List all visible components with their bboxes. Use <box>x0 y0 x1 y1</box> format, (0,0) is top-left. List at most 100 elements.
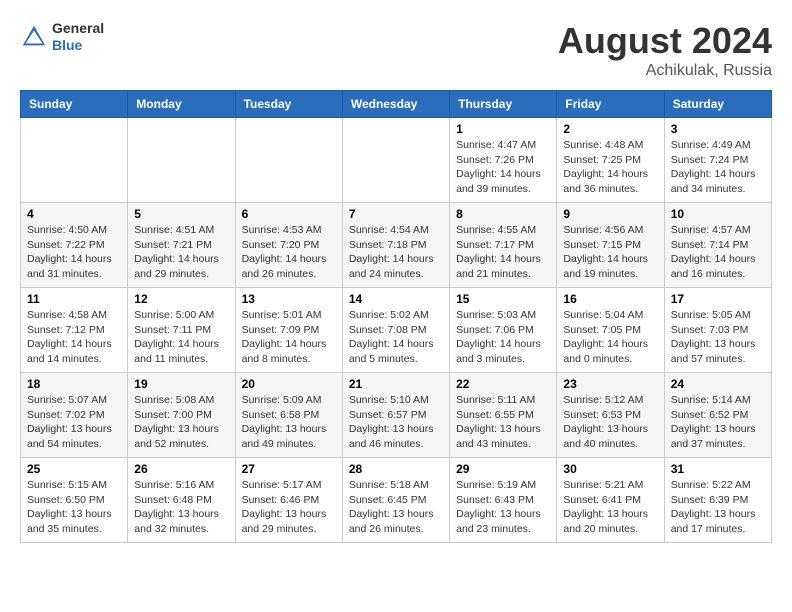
day-number: 3 <box>671 122 765 136</box>
day-number: 27 <box>242 462 336 476</box>
day-info: Sunrise: 5:01 AM Sunset: 7:09 PM Dayligh… <box>242 308 336 367</box>
page-header: General Blue August 2024 Achikulak, Russ… <box>20 20 772 80</box>
day-number: 31 <box>671 462 765 476</box>
day-cell: 26Sunrise: 5:16 AM Sunset: 6:48 PM Dayli… <box>128 458 235 543</box>
day-cell: 27 Sunrise: 5:17 AM Sunset: 6:46 PM Dayli… <box>235 458 342 543</box>
day-number: 25 <box>27 462 121 476</box>
day-number: 13 <box>242 292 336 306</box>
calendar-table: SundayMondayTuesdayWednesdayThursdayFrid… <box>20 90 772 543</box>
day-info: Sunrise: 5:02 AM Sunset: 7:08 PM Dayligh… <box>349 308 443 367</box>
logo-text: General Blue <box>52 20 104 54</box>
day-cell: 6Sunrise: 4:53 AM Sunset: 7:20 PM Daylig… <box>235 203 342 288</box>
day-info: Sunrise: 5:00 AM Sunset: 7:11 PM Dayligh… <box>134 308 228 367</box>
day-number: 9 <box>563 207 657 221</box>
day-info: Sunrise: 5:12 AM Sunset: 6:53 PM Dayligh… <box>563 393 657 452</box>
day-info: Sunrise: 5:04 AM Sunset: 7:05 PM Dayligh… <box>563 308 657 367</box>
day-number: 24 <box>671 377 765 391</box>
day-cell: 17Sunrise: 5:05 AM Sunset: 7:03 PM Dayli… <box>664 288 771 373</box>
logo-blue-text: Blue <box>52 37 104 54</box>
day-cell: 9 Sunrise: 4:56 AM Sunset: 7:15 PM Daylig… <box>557 203 664 288</box>
day-info: Sunrise: 5:09 AM Sunset: 6:58 PM Dayligh… <box>242 393 336 452</box>
header-cell-thursday: Thursday <box>450 91 557 118</box>
day-number: 5 <box>134 207 228 221</box>
header-row: SundayMondayTuesdayWednesdayThursdayFrid… <box>21 91 772 118</box>
day-info: Sunrise: 4:58 AM Sunset: 7:12 PM Dayligh… <box>27 308 121 367</box>
calendar-body: 1Sunrise: 4:47 AM Sunset: 7:26 PM Daylig… <box>21 118 772 543</box>
day-number: 16 <box>563 292 657 306</box>
day-number: 7 <box>349 207 443 221</box>
header-cell-tuesday: Tuesday <box>235 91 342 118</box>
day-info: Sunrise: 5:15 AM Sunset: 6:50 PM Dayligh… <box>27 478 121 537</box>
day-number: 6 <box>242 207 336 221</box>
day-number: 28 <box>349 462 443 476</box>
calendar-header: SundayMondayTuesdayWednesdayThursdayFrid… <box>21 91 772 118</box>
week-row-2: 4Sunrise: 4:50 AM Sunset: 7:22 PM Daylig… <box>21 203 772 288</box>
week-row-5: 25 Sunrise: 5:15 AM Sunset: 6:50 PM Dayli… <box>21 458 772 543</box>
day-number: 15 <box>456 292 550 306</box>
day-number: 2 <box>563 122 657 136</box>
day-number: 23 <box>563 377 657 391</box>
day-number: 12 <box>134 292 228 306</box>
day-cell: 30Sunrise: 5:21 AM Sunset: 6:41 PM Dayli… <box>557 458 664 543</box>
day-cell: 31 Sunrise: 5:22 AM Sunset: 6:39 PM Dayli… <box>664 458 771 543</box>
week-row-1: 1Sunrise: 4:47 AM Sunset: 7:26 PM Daylig… <box>21 118 772 203</box>
day-info: Sunrise: 5:19 AM Sunset: 6:43 PM Dayligh… <box>456 478 550 537</box>
day-info: Sunrise: 5:05 AM Sunset: 7:03 PM Dayligh… <box>671 308 765 367</box>
day-cell: 10Sunrise: 4:57 AM Sunset: 7:14 PM Dayli… <box>664 203 771 288</box>
day-cell: 4Sunrise: 4:50 AM Sunset: 7:22 PM Daylig… <box>21 203 128 288</box>
day-info: Sunrise: 4:51 AM Sunset: 7:21 PM Dayligh… <box>134 223 228 282</box>
title-block: August 2024 Achikulak, Russia <box>558 20 772 80</box>
day-number: 22 <box>456 377 550 391</box>
day-info: Sunrise: 5:03 AM Sunset: 7:06 PM Dayligh… <box>456 308 550 367</box>
day-number: 20 <box>242 377 336 391</box>
day-info: Sunrise: 5:07 AM Sunset: 7:02 PM Dayligh… <box>27 393 121 452</box>
day-cell: 24Sunrise: 5:14 AM Sunset: 6:52 PM Dayli… <box>664 373 771 458</box>
day-info: Sunrise: 5:11 AM Sunset: 6:55 PM Dayligh… <box>456 393 550 452</box>
day-cell <box>128 118 235 203</box>
header-cell-monday: Monday <box>128 91 235 118</box>
day-number: 30 <box>563 462 657 476</box>
day-number: 1 <box>456 122 550 136</box>
header-cell-saturday: Saturday <box>664 91 771 118</box>
day-info: Sunrise: 5:08 AM Sunset: 7:00 PM Dayligh… <box>134 393 228 452</box>
header-cell-wednesday: Wednesday <box>342 91 449 118</box>
day-number: 19 <box>134 377 228 391</box>
day-cell <box>235 118 342 203</box>
day-info: Sunrise: 4:54 AM Sunset: 7:18 PM Dayligh… <box>349 223 443 282</box>
day-cell: 5 Sunrise: 4:51 AM Sunset: 7:21 PM Daylig… <box>128 203 235 288</box>
day-cell: 18Sunrise: 5:07 AM Sunset: 7:02 PM Dayli… <box>21 373 128 458</box>
day-cell: 20 Sunrise: 5:09 AM Sunset: 6:58 PM Dayli… <box>235 373 342 458</box>
day-info: Sunrise: 4:48 AM Sunset: 7:25 PM Dayligh… <box>563 138 657 197</box>
day-cell: 22 Sunrise: 5:11 AM Sunset: 6:55 PM Dayli… <box>450 373 557 458</box>
day-info: Sunrise: 4:50 AM Sunset: 7:22 PM Dayligh… <box>27 223 121 282</box>
day-info: Sunrise: 5:16 AM Sunset: 6:48 PM Dayligh… <box>134 478 228 537</box>
day-cell: 29 Sunrise: 5:19 AM Sunset: 6:43 PM Dayli… <box>450 458 557 543</box>
header-cell-friday: Friday <box>557 91 664 118</box>
week-row-3: 11Sunrise: 4:58 AM Sunset: 7:12 PM Dayli… <box>21 288 772 373</box>
week-row-4: 18Sunrise: 5:07 AM Sunset: 7:02 PM Dayli… <box>21 373 772 458</box>
day-number: 29 <box>456 462 550 476</box>
day-cell: 13 Sunrise: 5:01 AM Sunset: 7:09 PM Dayli… <box>235 288 342 373</box>
day-info: Sunrise: 4:49 AM Sunset: 7:24 PM Dayligh… <box>671 138 765 197</box>
logo-general-text: General <box>52 20 104 37</box>
day-cell: 7 Sunrise: 4:54 AM Sunset: 7:18 PM Daylig… <box>342 203 449 288</box>
day-info: Sunrise: 5:18 AM Sunset: 6:45 PM Dayligh… <box>349 478 443 537</box>
day-number: 14 <box>349 292 443 306</box>
logo: General Blue <box>20 20 104 54</box>
day-cell: 16 Sunrise: 5:04 AM Sunset: 7:05 PM Dayli… <box>557 288 664 373</box>
day-cell: 21Sunrise: 5:10 AM Sunset: 6:57 PM Dayli… <box>342 373 449 458</box>
day-cell: 1Sunrise: 4:47 AM Sunset: 7:26 PM Daylig… <box>450 118 557 203</box>
day-info: Sunrise: 5:17 AM Sunset: 6:46 PM Dayligh… <box>242 478 336 537</box>
day-cell: 25 Sunrise: 5:15 AM Sunset: 6:50 PM Dayli… <box>21 458 128 543</box>
day-info: Sunrise: 5:22 AM Sunset: 6:39 PM Dayligh… <box>671 478 765 537</box>
day-cell: 23 Sunrise: 5:12 AM Sunset: 6:53 PM Dayli… <box>557 373 664 458</box>
calendar-subtitle: Achikulak, Russia <box>558 62 772 80</box>
day-cell: 28 Sunrise: 5:18 AM Sunset: 6:45 PM Dayli… <box>342 458 449 543</box>
day-number: 8 <box>456 207 550 221</box>
calendar-title: August 2024 <box>558 20 772 62</box>
day-cell: 12 Sunrise: 5:00 AM Sunset: 7:11 PM Dayli… <box>128 288 235 373</box>
day-info: Sunrise: 5:10 AM Sunset: 6:57 PM Dayligh… <box>349 393 443 452</box>
day-cell: 11Sunrise: 4:58 AM Sunset: 7:12 PM Dayli… <box>21 288 128 373</box>
day-info: Sunrise: 4:56 AM Sunset: 7:15 PM Dayligh… <box>563 223 657 282</box>
day-cell: 3 Sunrise: 4:49 AM Sunset: 7:24 PM Daylig… <box>664 118 771 203</box>
